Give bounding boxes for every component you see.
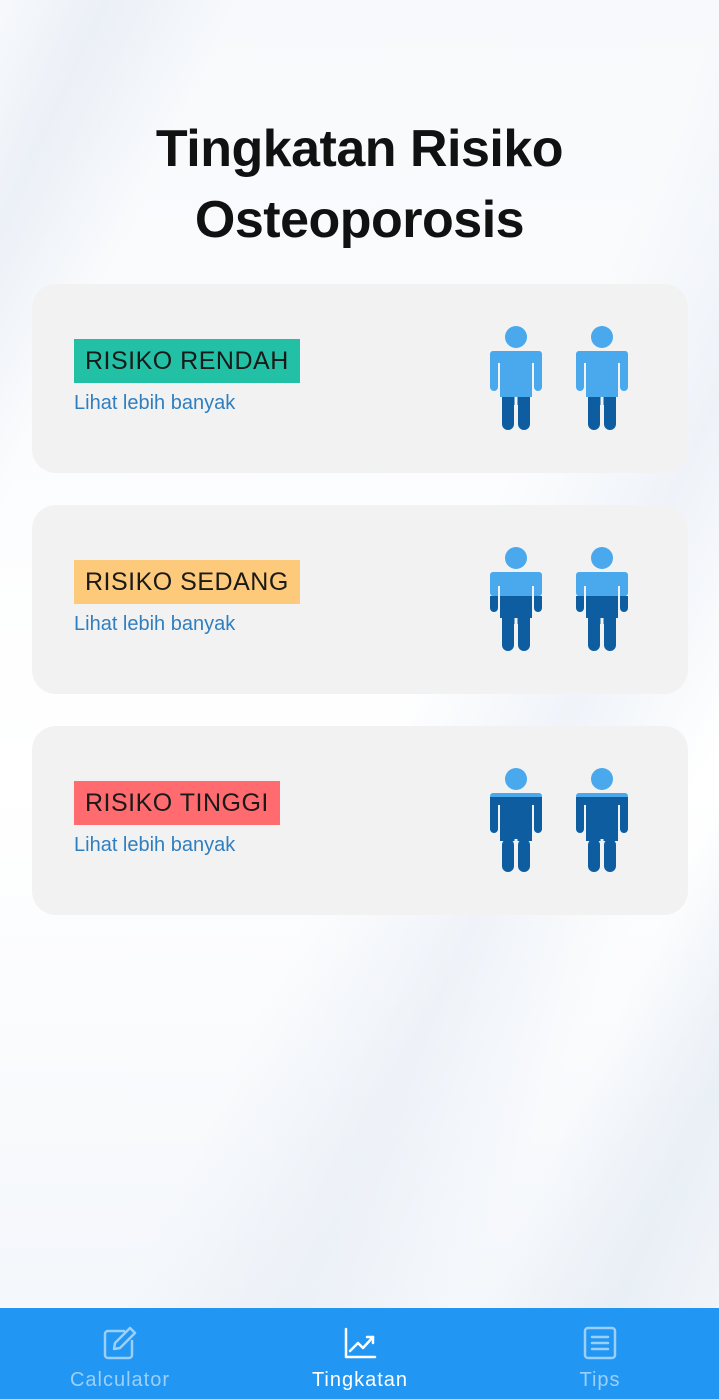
person-icon-high-1 [490, 768, 542, 872]
person-icon-low-2 [576, 326, 628, 430]
see-more-link-medium[interactable]: Lihat lebih banyak [74, 613, 235, 636]
tab-tips-label: Tips [579, 1369, 621, 1391]
person-icon-low-1 [490, 326, 542, 430]
person-icon-medium-1 [490, 547, 542, 651]
see-more-link-low[interactable]: Lihat lebih banyak [74, 392, 235, 415]
bottom-tab-bar: Calculator Tingkatan Tips [0, 1308, 719, 1399]
edit-icon [103, 1326, 137, 1360]
risk-card-medium[interactable]: RISIKO SEDANG Lihat lebih banyak [32, 505, 688, 694]
tab-tips[interactable]: Tips [480, 1308, 719, 1399]
tab-calculator[interactable]: Calculator [0, 1308, 240, 1399]
page-title: Tingkatan Risiko Osteoporosis [0, 114, 719, 256]
trending-up-icon [344, 1327, 377, 1359]
risk-badge-medium: RISIKO SEDANG [74, 560, 300, 604]
tab-tingkatan[interactable]: Tingkatan [240, 1308, 480, 1399]
risk-card-high[interactable]: RISIKO TINGGI Lihat lebih banyak [32, 726, 688, 915]
page-title-line-1: Tingkatan Risiko [155, 120, 564, 178]
tab-tingkatan-label: Tingkatan [311, 1369, 409, 1391]
see-more-link-high[interactable]: Lihat lebih banyak [74, 834, 235, 857]
risk-badge-low: RISIKO RENDAH [74, 339, 300, 383]
page-title-line-2: Osteoporosis [194, 191, 525, 249]
person-icon-medium-2 [576, 547, 628, 651]
tab-calculator-label: Calculator [69, 1369, 171, 1391]
risk-badge-high: RISIKO TINGGI [74, 781, 280, 825]
list-icon [583, 1326, 617, 1360]
risk-card-low[interactable]: RISIKO RENDAH Lihat lebih banyak [32, 284, 688, 473]
person-icon-high-2 [576, 768, 628, 872]
